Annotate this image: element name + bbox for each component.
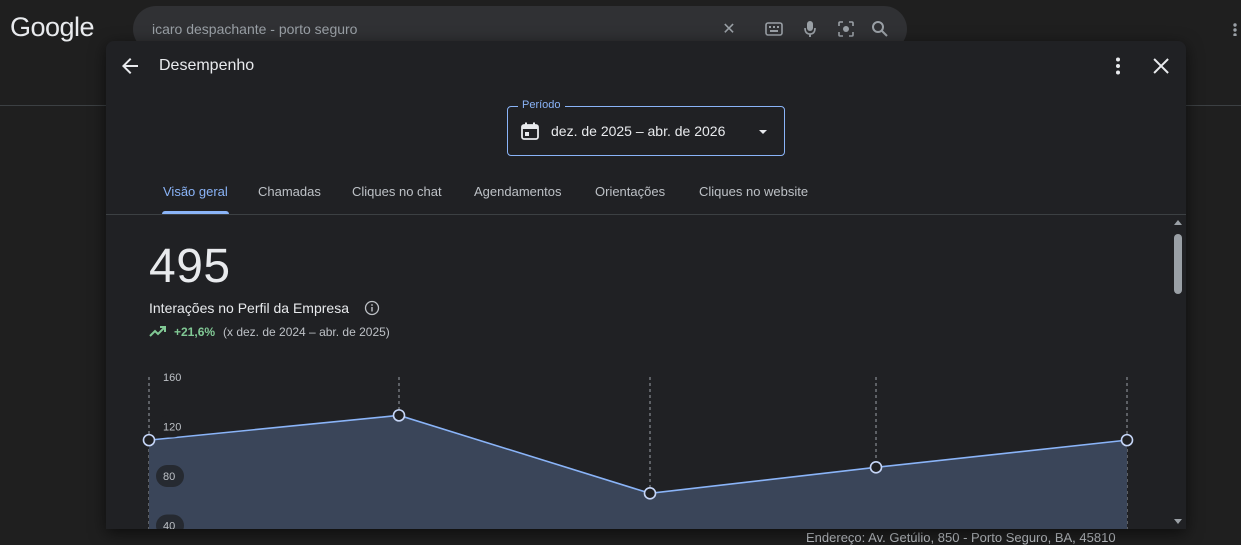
- dropdown-arrow-icon: [759, 130, 767, 134]
- tab-website-clicks[interactable]: Cliques no website: [699, 184, 808, 199]
- search-icon[interactable]: [869, 18, 891, 40]
- scrollbar[interactable]: [1170, 215, 1186, 529]
- svg-text:80: 80: [163, 471, 175, 483]
- data-point[interactable]: [643, 487, 657, 500]
- tab-overview[interactable]: Visão geral: [163, 184, 228, 199]
- active-tab-indicator: [162, 211, 229, 214]
- clear-icon[interactable]: ✕: [718, 18, 740, 40]
- tab-calls[interactable]: Chamadas: [258, 184, 321, 199]
- data-point[interactable]: [869, 461, 883, 474]
- close-icon[interactable]: [1149, 54, 1173, 78]
- dialog-header: Desempenho: [106, 41, 1186, 91]
- more-options-icon[interactable]: [1106, 54, 1130, 78]
- interactions-total: 495: [149, 240, 231, 293]
- apps-icon[interactable]: [1232, 22, 1241, 36]
- tab-bookings[interactable]: Agendamentos: [474, 184, 561, 199]
- calendar-icon: [521, 122, 539, 140]
- google-logo[interactable]: Google: [10, 12, 95, 43]
- period-selector[interactable]: Período dez. de 2025 – abr. de 2026: [507, 99, 785, 156]
- trend-comparison: (x dez. de 2024 – abr. de 2025): [223, 325, 390, 339]
- svg-text:120: 120: [163, 422, 181, 434]
- series-area: [149, 415, 1127, 529]
- scroll-down-arrow-icon: [1174, 519, 1182, 524]
- svg-text:40: 40: [163, 521, 175, 530]
- metric-label: Interações no Perfil da Empresa: [149, 300, 349, 316]
- dialog-title: Desempenho: [159, 57, 255, 74]
- trend-percentage: +21,6%: [174, 325, 216, 339]
- info-icon[interactable]: [364, 300, 380, 316]
- interactions-chart: 160 120 80 40: [142, 372, 1134, 530]
- tab-directions[interactable]: Orientações: [595, 184, 665, 199]
- tab-bar: Visão geral Chamadas Cliques no chat Age…: [106, 171, 1186, 215]
- svg-text:160: 160: [163, 372, 181, 384]
- scrollbar-thumb: [1174, 234, 1182, 294]
- data-point[interactable]: [1120, 433, 1134, 447]
- performance-dialog: Desempenho Período dez. de 2025 – abr. d…: [106, 41, 1186, 529]
- y-tick-label: 160: [163, 372, 181, 384]
- microphone-icon[interactable]: [799, 18, 821, 40]
- y-tick-label: 80: [156, 465, 184, 487]
- period-value: dez. de 2025 – abr. de 2026: [551, 123, 726, 139]
- data-point[interactable]: [392, 409, 406, 422]
- search-input[interactable]: icaro despachante - porto seguro: [152, 21, 357, 37]
- back-arrow-icon[interactable]: [118, 54, 142, 78]
- tab-chat-clicks[interactable]: Cliques no chat: [352, 184, 442, 199]
- lens-icon[interactable]: [835, 18, 857, 40]
- period-label: Período: [518, 99, 565, 111]
- trending-up-icon: [149, 326, 166, 337]
- y-tick-label: 120: [156, 415, 184, 438]
- business-address: Endereço: Av. Getúlio, 850 - Porto Segur…: [806, 530, 1116, 545]
- scroll-up-arrow-icon: [1174, 220, 1182, 225]
- data-point[interactable]: [142, 433, 156, 447]
- keyboard-icon[interactable]: [763, 18, 785, 40]
